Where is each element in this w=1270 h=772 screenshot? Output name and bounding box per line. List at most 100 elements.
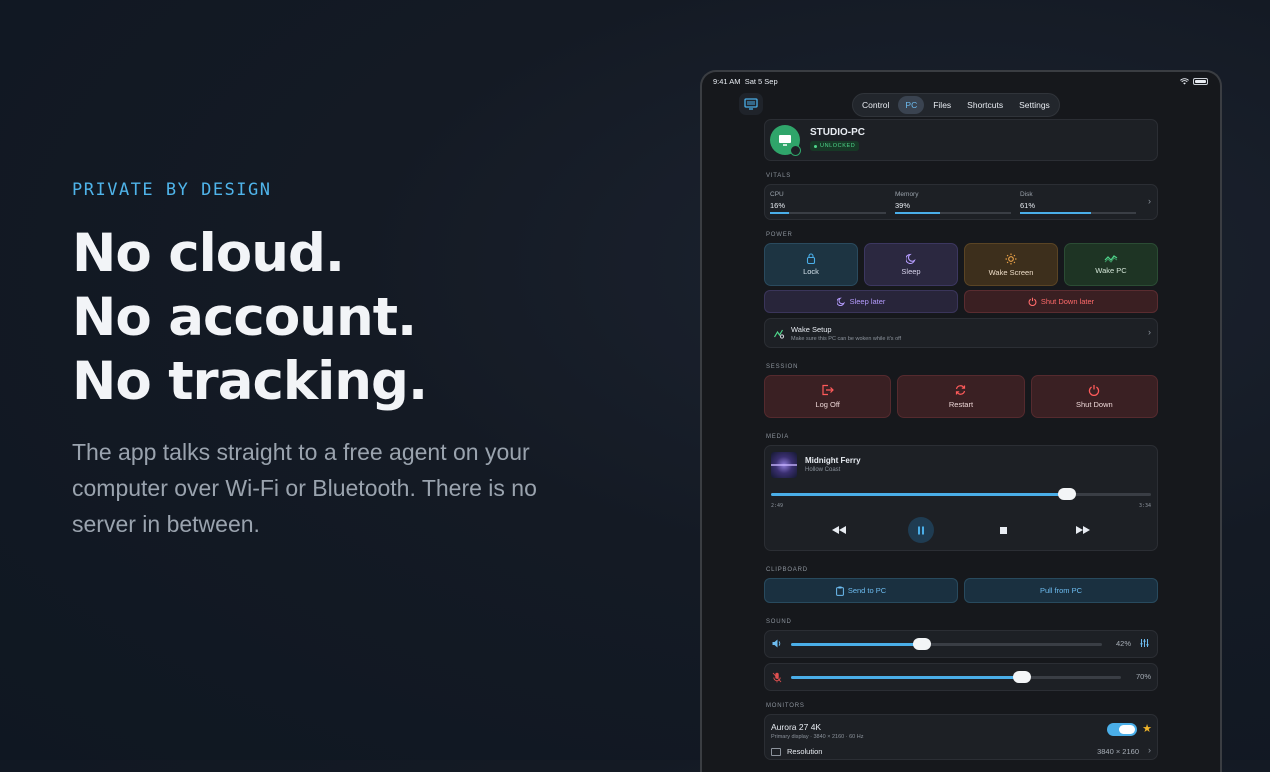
power-icon xyxy=(1089,384,1100,396)
session-label: SESSION xyxy=(766,364,799,370)
monitor-card: Aurora 27 4K Primary display · 3840 × 21… xyxy=(764,714,1158,760)
tablet-frame: 9:41 AM Sat 5 Sep Control PC Files Short… xyxy=(700,70,1222,772)
hero-section: PRIVATE BY DESIGN No cloud. No account. … xyxy=(72,180,592,542)
send-to-pc-label: Send to PC xyxy=(847,586,887,595)
wake-pc-button[interactable]: Wake PC xyxy=(1064,243,1158,286)
monitors-label: MONITORS xyxy=(766,703,805,709)
vital-bar xyxy=(1020,212,1136,214)
equalizer-icon[interactable] xyxy=(1140,638,1149,648)
hero-headline: No cloud. No account. No tracking. xyxy=(72,222,592,414)
vitals-card[interactable]: CPU 16% Memory 39% Disk 61% › xyxy=(764,184,1158,220)
restart-button[interactable]: Restart xyxy=(897,375,1025,418)
sound-label: SOUND xyxy=(766,619,792,625)
wifi-icon xyxy=(1180,77,1189,84)
vital-bar-fill xyxy=(895,212,941,214)
chevron-right-icon: › xyxy=(1148,196,1151,206)
fast-forward-icon xyxy=(1076,526,1090,534)
log-off-label: Log Off xyxy=(815,400,840,409)
scrubber-fill xyxy=(771,493,1068,496)
wake-pc-label: Wake PC xyxy=(1095,266,1127,275)
hero-body: The app talks straight to a free agent o… xyxy=(72,439,537,537)
rewind-button[interactable] xyxy=(831,516,847,544)
tab-bar: Control PC Files Shortcuts Settings xyxy=(852,93,1060,117)
vital-value: 16% xyxy=(770,201,786,210)
desktop-icon xyxy=(779,135,791,146)
status-date: Sat 5 Sep xyxy=(744,76,778,86)
wake-setup-title: Wake Setup xyxy=(791,324,832,334)
restart-icon xyxy=(956,385,966,395)
lock-label: Lock xyxy=(803,267,819,276)
wake-screen-label: Wake Screen xyxy=(988,267,1034,277)
media-label: MEDIA xyxy=(766,434,790,440)
moon-icon xyxy=(905,253,916,264)
power-icon xyxy=(1028,297,1037,306)
pause-button[interactable] xyxy=(908,517,934,543)
wake-screen-button[interactable]: Wake Screen xyxy=(964,243,1058,286)
resolution-row[interactable]: Resolution xyxy=(771,747,822,756)
volume-fill xyxy=(791,643,922,646)
monitor-name: Aurora 27 4K xyxy=(771,722,822,732)
stop-icon xyxy=(999,526,1007,534)
vital-cpu: CPU 16% xyxy=(770,185,895,219)
album-art xyxy=(771,452,797,478)
monitor-toggle[interactable] xyxy=(1107,723,1137,736)
pull-from-pc-button[interactable]: Pull from PC xyxy=(964,578,1158,603)
restart-label: Restart xyxy=(948,400,974,409)
stop-button[interactable] xyxy=(997,516,1009,544)
microphone-value: 70% xyxy=(1135,672,1151,681)
status-badge: UNLOCKED xyxy=(810,141,860,151)
wake-setup-text: Wake Setup Make sure this PC can be woke… xyxy=(791,325,901,342)
headline-line-3: No tracking. xyxy=(72,351,428,412)
playback-scrubber[interactable] xyxy=(771,488,1151,500)
microphone-slider[interactable] xyxy=(791,671,1121,683)
microphone-thumb[interactable] xyxy=(1013,671,1031,683)
pull-from-pc-label: Pull from PC xyxy=(1039,586,1083,595)
volume-slider[interactable] xyxy=(791,638,1102,650)
session-row: Log Off Restart Shut Down xyxy=(764,375,1158,418)
sleep-button[interactable]: Sleep xyxy=(864,243,958,286)
log-off-button[interactable]: Log Off xyxy=(764,375,892,418)
monitor-button[interactable] xyxy=(739,93,763,115)
wake-setup-icon xyxy=(773,329,785,339)
pause-icon xyxy=(918,526,924,534)
fast-forward-button[interactable] xyxy=(1075,516,1091,544)
resolution-value: 3840 × 2160 xyxy=(1097,747,1139,756)
vital-bar xyxy=(895,212,1011,214)
track-artist: Hollow Coast xyxy=(805,467,841,473)
tab-settings[interactable]: Settings xyxy=(1012,96,1057,114)
star-icon[interactable]: ★ xyxy=(1142,722,1152,735)
top-bar: Control PC Files Shortcuts Settings xyxy=(702,91,1220,121)
shut-down-button[interactable]: Shut Down xyxy=(1030,375,1158,418)
lock-button[interactable]: Lock xyxy=(764,243,858,286)
volume-thumb[interactable] xyxy=(912,638,931,650)
track-duration: 3:34 xyxy=(1138,503,1151,509)
clipboard-row: Send to PC Pull from PC xyxy=(764,578,1158,603)
chevron-right-icon: › xyxy=(1148,327,1151,337)
wake-setup-row[interactable]: Wake Setup Make sure this PC can be woke… xyxy=(764,318,1158,348)
tab-shortcuts[interactable]: Shortcuts xyxy=(960,96,1010,114)
speaker-icon xyxy=(772,639,781,648)
rewind-icon xyxy=(832,526,846,534)
scrubber-thumb[interactable] xyxy=(1058,488,1077,500)
power-row: Lock Sleep Wake Screen Wake PC xyxy=(764,243,1158,286)
pc-card[interactable]: STUDIO-PC UNLOCKED xyxy=(764,119,1158,161)
shutdown-later-label: Shut Down later xyxy=(1040,297,1095,306)
vital-label: CPU xyxy=(770,191,784,198)
sleep-later-button[interactable]: Sleep later xyxy=(764,290,958,313)
elapsed-time: 2:49 xyxy=(771,503,784,509)
vital-bar xyxy=(770,212,886,214)
tab-pc[interactable]: PC xyxy=(898,96,925,114)
vital-bar-fill xyxy=(770,212,789,214)
volume-value: 42% xyxy=(1115,639,1131,648)
sleep-later-label: Sleep later xyxy=(849,297,886,306)
status-bar: 9:41 AM Sat 5 Sep xyxy=(702,72,1220,88)
monitor-icon xyxy=(744,98,758,110)
vital-label: Disk xyxy=(1020,191,1033,198)
vital-label: Memory xyxy=(895,191,919,198)
send-to-pc-button[interactable]: Send to PC xyxy=(764,578,958,603)
shutdown-later-button[interactable]: Shut Down later xyxy=(964,290,1158,313)
microphone-row: 70% xyxy=(764,663,1158,691)
tab-control[interactable]: Control xyxy=(855,96,896,114)
status-dot-icon xyxy=(814,144,817,148)
tab-files[interactable]: Files xyxy=(926,96,958,114)
